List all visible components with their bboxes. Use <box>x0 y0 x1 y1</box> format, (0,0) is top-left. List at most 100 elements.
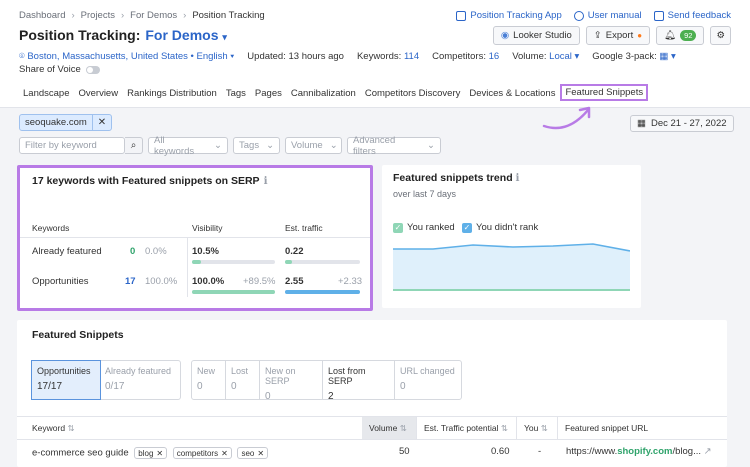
you-cell: - <box>538 446 542 457</box>
keyword-cell: e-commerce seo guide blog ✕ competitors ✕ … <box>32 447 269 459</box>
advanced-filters-select[interactable]: Advanced filters ⌄ <box>347 135 441 157</box>
breadcrumb-project[interactable]: For Demos <box>130 10 177 21</box>
manual-link[interactable]: User manual <box>573 10 642 21</box>
tag-chip[interactable]: competitors ✕ <box>172 447 232 459</box>
snippet-url-link[interactable]: https://www.shopify.com/blog... ↗ <box>566 446 712 457</box>
top-links: Position Tracking App User manual Send f… <box>456 10 731 21</box>
col-you[interactable]: You ⇅ <box>517 417 558 439</box>
segment-new[interactable]: New 0 <box>192 361 226 399</box>
tab-overview[interactable]: Overview <box>74 87 122 101</box>
filter-bar: Filter by keyword ⌕ All keywords ⌄ Tags ⌄ … <box>19 135 441 157</box>
close-icon[interactable]: ✕ <box>257 449 264 458</box>
col-traffic-potential[interactable]: Est. Traffic potential ⇅ <box>417 417 517 439</box>
segment-label: Opportunities <box>37 366 91 376</box>
breadcrumb-projects[interactable]: Projects <box>81 10 115 21</box>
looker-label: Looker Studio <box>513 30 572 41</box>
col-volume[interactable]: Volume ⇅ <box>362 417 417 439</box>
looker-icon: ◉ <box>500 30 510 41</box>
tags-select[interactable]: Tags ⌄ <box>233 137 280 154</box>
col-volume-label: Volume <box>369 423 398 433</box>
volume-cell: 50 <box>399 446 410 457</box>
tab-landscape[interactable]: Landscape <box>19 87 73 101</box>
tab-competitors-discovery[interactable]: Competitors Discovery <box>361 87 465 101</box>
close-icon[interactable]: ✕ <box>91 115 111 130</box>
project-name: For Demos <box>145 27 219 43</box>
segment-value: 0 <box>265 391 271 402</box>
segment-url-changed[interactable]: URL changed 0 <box>395 361 461 399</box>
segment-lost[interactable]: Lost 0 <box>226 361 260 399</box>
col-keyword-label: Keyword <box>32 423 66 433</box>
tag-label: blog <box>138 448 154 458</box>
legend-ranked[interactable]: ✓ You ranked <box>393 222 455 233</box>
export-button[interactable]: ⇪ Export ● <box>585 26 651 45</box>
traffic-cell: 0.60 <box>491 446 510 457</box>
location-selector[interactable]: ⌾ Boston, Massachusetts, United States •… <box>19 51 234 62</box>
tag-chip[interactable]: seo ✕ <box>237 447 269 459</box>
segment-new-on-serp[interactable]: New on SERP 0 <box>260 361 323 402</box>
toolbar: ◉ Looker Studio ⇪ Export ● 🔔︎ 92 ⚙ <box>492 26 731 45</box>
bell-icon: 🔔︎ <box>664 30 677 41</box>
feedback-link[interactable]: Send feedback <box>653 10 731 21</box>
app-link-label: Position Tracking App <box>470 10 562 21</box>
keywords-value[interactable]: 114 <box>404 51 419 62</box>
opportunities-count[interactable]: 17 <box>125 276 136 287</box>
keyword-filter-input[interactable]: Filter by keyword <box>19 137 125 154</box>
breadcrumb-dashboard[interactable]: Dashboard <box>19 10 65 21</box>
domain-chip[interactable]: seoquake.com ✕ <box>19 114 113 131</box>
tab-devices-locations[interactable]: Devices & Locations <box>465 87 559 101</box>
search-icon[interactable]: ⌕ <box>125 137 143 154</box>
tab-rankings-distribution[interactable]: Rankings Distribution <box>123 87 221 101</box>
segment-already-featured[interactable]: Already featured 0/17 <box>100 361 180 399</box>
segment-label: Already featured <box>105 366 172 376</box>
col-keyword[interactable]: Keyword ⇅ <box>25 417 362 439</box>
sort-icon: ⇅ <box>500 423 508 433</box>
project-selector[interactable]: For Demos ▾ <box>145 27 227 43</box>
col-visibility: Visibility <box>192 223 223 233</box>
tab-pages[interactable]: Pages <box>251 87 286 101</box>
date-range-picker[interactable]: ▦ Dec 21 - 27, 2022 <box>630 115 734 132</box>
col-snippet-url[interactable]: Featured snippet URL <box>558 417 727 439</box>
close-icon[interactable]: ✕ <box>156 449 163 458</box>
already-featured-count[interactable]: 0 <box>130 246 135 257</box>
info-icon[interactable]: ℹ <box>516 172 520 184</box>
segment-label: URL changed <box>400 366 455 376</box>
google-pack-selector[interactable]: Google 3-pack: ▦ ▾ <box>592 51 675 62</box>
tab-tags[interactable]: Tags <box>222 87 250 101</box>
all-keywords-select[interactable]: All keywords ⌄ <box>148 135 228 157</box>
segment-label: Lost <box>231 366 249 376</box>
notifications-button[interactable]: 🔔︎ 92 <box>656 26 705 45</box>
opportunities-visibility: 100.0% <box>192 276 225 287</box>
segment-value: 17/17 <box>37 381 63 392</box>
segment-opportunities[interactable]: Opportunities 17/17 <box>31 360 101 400</box>
segment-lost-from-serp[interactable]: Lost from SERP 2 <box>323 361 395 402</box>
segment-value: 0 <box>231 381 237 392</box>
volume-selector[interactable]: Volume: Local ▾ <box>512 51 579 62</box>
segment-group-changes: New 0 Lost 0 New on SERP 0 Lost from SERP 2 … <box>191 360 462 402</box>
share-of-voice-toggle[interactable] <box>85 65 100 74</box>
keyword-text[interactable]: e-commerce seo guide <box>32 448 129 459</box>
checkbox-icon: ✓ <box>462 222 472 233</box>
app-link[interactable]: Position Tracking App <box>456 10 562 21</box>
tab-cannibalization[interactable]: Cannibalization <box>287 87 360 101</box>
looker-studio-button[interactable]: ◉ Looker Studio <box>492 26 580 45</box>
settings-button[interactable]: ⚙ <box>710 26 731 45</box>
keywords-count: Keywords: 114 <box>357 51 419 62</box>
user-icon <box>573 10 584 21</box>
external-link-icon[interactable]: ↗ <box>704 446 712 457</box>
tab-featured-snippets[interactable]: Featured Snippets <box>560 84 649 101</box>
gear-icon: ⚙ <box>716 30 725 41</box>
info-icon[interactable]: ℹ <box>264 175 268 187</box>
tag-chip[interactable]: blog ✕ <box>134 447 168 459</box>
col-traffic-potential-label: Est. Traffic potential <box>424 423 499 433</box>
chevron-down-icon: ⌄ <box>214 140 222 151</box>
close-icon[interactable]: ✕ <box>221 449 228 458</box>
legend-not-ranked[interactable]: ✓ You didn't rank <box>462 222 538 233</box>
volume-filter-label: Volume <box>291 140 323 151</box>
competitors-value[interactable]: 16 <box>489 51 500 62</box>
trend-title-text: Featured snippets trend <box>393 172 513 184</box>
volume-select[interactable]: Volume ⌄ <box>285 137 342 154</box>
checkbox-icon: ✓ <box>393 222 403 233</box>
row-opportunities-label: Opportunities <box>32 276 89 287</box>
tag-label: competitors <box>176 448 219 458</box>
tag-label: seo <box>241 448 255 458</box>
